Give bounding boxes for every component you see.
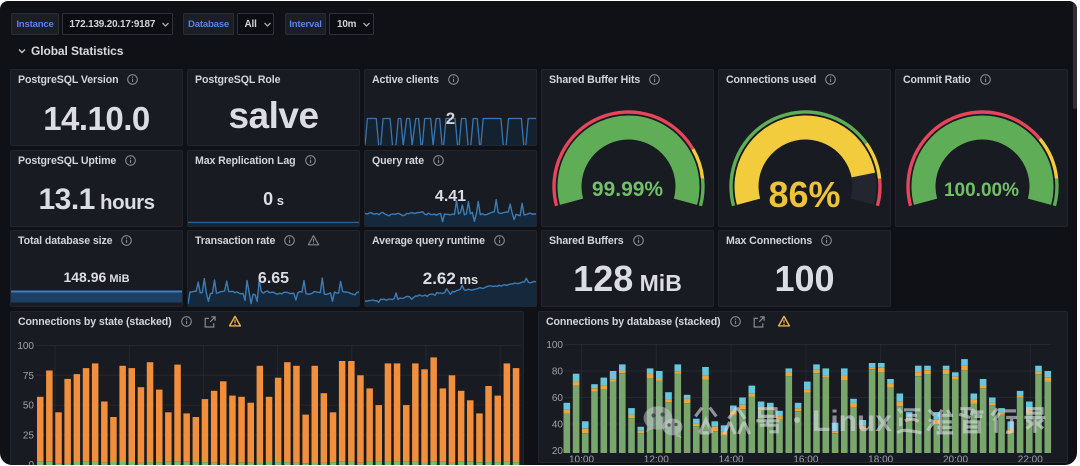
svg-text:50: 50 [23,401,35,412]
svg-text:22:00: 22:00 [1018,455,1043,464]
svg-text:100: 100 [17,341,34,352]
svg-text:18:00: 18:00 [868,455,893,464]
svg-text:14:00: 14:00 [719,455,744,464]
svg-text:Linux: Linux [812,405,892,438]
svg-text:80: 80 [552,367,564,378]
svg-text:75: 75 [23,371,35,382]
svg-text:0: 0 [28,460,34,464]
svg-text:12:00: 12:00 [644,455,669,464]
svg-text:20: 20 [552,446,564,457]
svg-text:16:00: 16:00 [793,455,818,464]
svg-text:40: 40 [552,420,564,431]
svg-text:25: 25 [23,430,35,441]
svg-text:60: 60 [552,393,564,404]
svg-text:10:00: 10:00 [569,455,594,464]
svg-text:20:00: 20:00 [943,455,968,464]
svg-text:100: 100 [546,340,563,351]
